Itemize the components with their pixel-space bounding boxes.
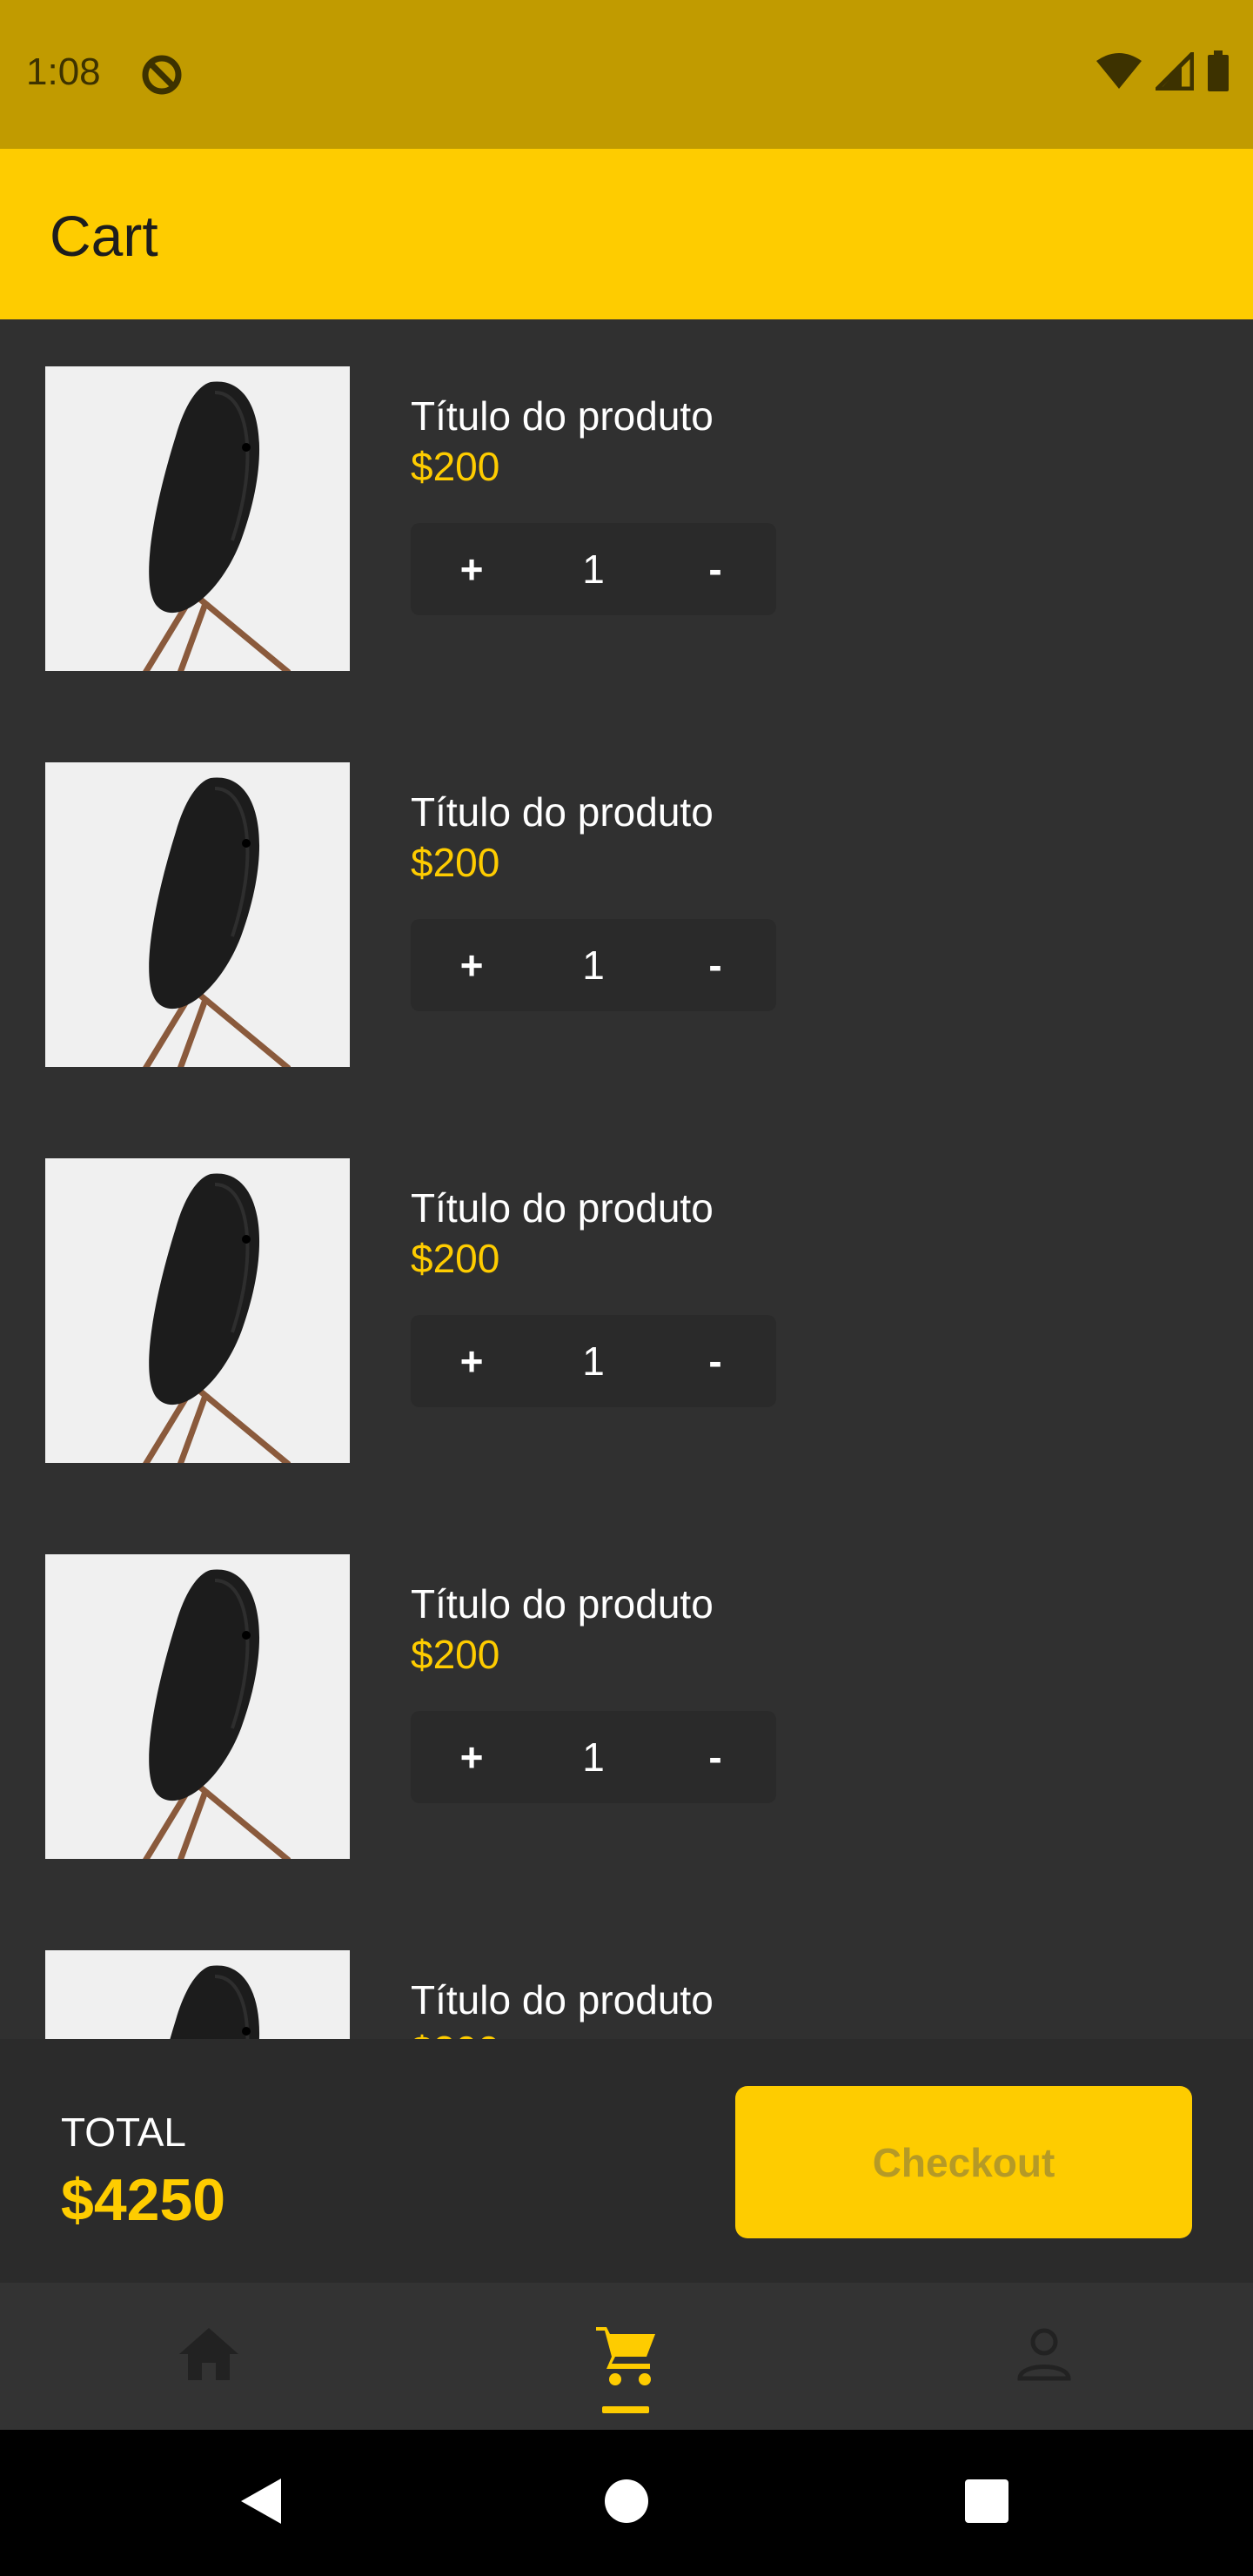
signal-icon [1151, 48, 1195, 95]
product-price: $200 [411, 2027, 499, 2039]
product-image [45, 1158, 350, 1463]
checkout-bar: TOTAL $4250 Checkout [0, 2039, 1253, 2283]
product-title: Título do produto [411, 393, 714, 439]
decrease-button[interactable]: - [654, 1315, 776, 1407]
decrease-button[interactable]: - [654, 919, 776, 1011]
page-title: Cart [50, 204, 158, 268]
product-price: $200 [411, 444, 500, 489]
decrease-button[interactable]: - [654, 1711, 776, 1803]
bottom-navigation [0, 2283, 1253, 2430]
home-circle-icon [604, 2479, 649, 2528]
product-image [45, 1554, 350, 1859]
total-value: $4250 [61, 2167, 226, 2233]
back-triangle-icon [239, 2477, 283, 2530]
profile-icon [1016, 2326, 1072, 2386]
recents-square-icon [964, 2479, 1009, 2528]
total-label: TOTAL [61, 2110, 186, 2155]
product-image [45, 366, 350, 671]
cart-item[interactable]: Título do produto $200 + 1 - [45, 1950, 1211, 2039]
home-icon [178, 2326, 240, 2386]
quantity-value: 1 [582, 547, 605, 592]
nav-home[interactable] [0, 2283, 418, 2430]
quantity-value: 1 [582, 1338, 605, 1384]
cart-list[interactable]: Título do produto $200 + 1 - Título do p… [0, 319, 1253, 2039]
status-bar: 1:08 [0, 0, 1253, 149]
back-button[interactable] [191, 2430, 331, 2576]
cart-item[interactable]: Título do produto $200 + 1 - [45, 762, 1211, 1067]
status-time: 1:08 [26, 50, 101, 93]
increase-button[interactable]: + [411, 523, 533, 615]
cart-item[interactable]: Título do produto $200 + 1 - [45, 1554, 1211, 1859]
product-price: $200 [411, 1632, 500, 1677]
app-bar: Cart [0, 149, 1253, 319]
assistant-q-icon [139, 52, 184, 97]
increase-button[interactable]: + [411, 919, 533, 1011]
battery-icon [1206, 50, 1230, 97]
quantity-stepper: + 1 - [411, 1711, 776, 1803]
quantity-stepper: + 1 - [411, 919, 776, 1011]
product-image [45, 1950, 350, 2039]
cart-item[interactable]: Título do produto $200 + 1 - [45, 1158, 1211, 1463]
product-title: Título do produto [411, 1185, 714, 1231]
product-title: Título do produto [411, 1581, 714, 1627]
home-system-button[interactable] [557, 2430, 696, 2576]
quantity-stepper: + 1 - [411, 523, 776, 615]
product-image [45, 762, 350, 1067]
product-title: Título do produto [411, 789, 714, 835]
product-title: Título do produto [411, 1977, 714, 2023]
cart-icon [594, 2322, 659, 2391]
checkout-button[interactable]: Checkout [735, 2086, 1192, 2238]
product-price: $200 [411, 1236, 500, 1281]
quantity-stepper: + 1 - [411, 1315, 776, 1407]
active-tab-indicator [602, 2406, 649, 2413]
system-navigation-bar [0, 2430, 1253, 2576]
recents-button[interactable] [917, 2430, 1056, 2576]
increase-button[interactable]: + [411, 1315, 533, 1407]
quantity-value: 1 [582, 943, 605, 988]
decrease-button[interactable]: - [654, 523, 776, 615]
quantity-value: 1 [582, 1734, 605, 1780]
increase-button[interactable]: + [411, 1711, 533, 1803]
product-price: $200 [411, 840, 500, 885]
cart-item[interactable]: Título do produto $200 + 1 - [45, 366, 1211, 671]
wifi-icon [1095, 52, 1143, 95]
nav-profile[interactable] [835, 2283, 1253, 2430]
